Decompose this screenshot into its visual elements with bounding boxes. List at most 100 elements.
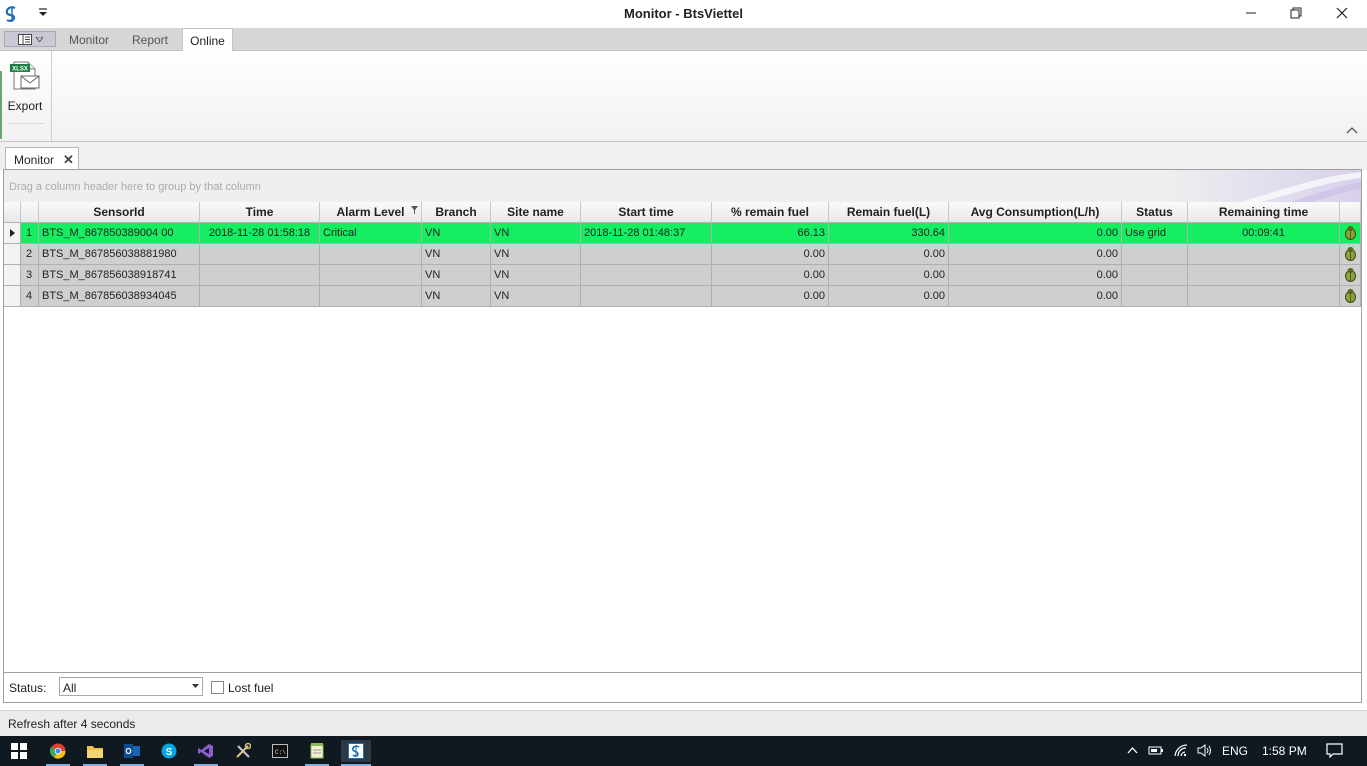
status-bar: Refresh after 4 seconds [0, 710, 1367, 736]
restore-button[interactable] [1273, 0, 1319, 26]
cell-site-name[interactable]: VN [491, 244, 581, 265]
taskbar-file-explorer[interactable] [83, 740, 107, 766]
table-row[interactable]: 1 BTS_M_867850389004 00 2018-11-28 01:58… [4, 223, 1361, 244]
cell-branch[interactable]: VN [422, 244, 491, 265]
cell-remaining-time[interactable] [1188, 244, 1340, 265]
input-language[interactable]: ENG [1222, 744, 1248, 758]
status-filter-select[interactable]: All [59, 677, 203, 696]
data-grid[interactable]: Drag a column header here to group by th… [3, 169, 1362, 673]
lost-fuel-label[interactable]: Lost fuel [228, 681, 273, 695]
cell-status[interactable]: Use grid [1122, 223, 1188, 244]
cell-remaining-time[interactable]: 00:09:41 [1188, 223, 1340, 244]
cell-remaining-time[interactable] [1188, 286, 1340, 307]
notification-center-icon[interactable] [1326, 743, 1343, 758]
table-row[interactable]: 2 BTS_M_867856038881980 VN VN 0.00 0.00 … [4, 244, 1361, 265]
collapse-ribbon-icon[interactable] [1345, 124, 1359, 136]
cell-icon[interactable] [1340, 223, 1361, 244]
cell-time[interactable] [200, 265, 320, 286]
cell-time[interactable] [200, 244, 320, 265]
taskbar-command-prompt[interactable]: C:\ [268, 740, 292, 762]
cell-avg-consumption[interactable]: 0.00 [949, 286, 1122, 307]
cell-status[interactable] [1122, 286, 1188, 307]
show-hidden-icons-icon[interactable] [1127, 746, 1138, 754]
group-by-panel[interactable]: Drag a column header here to group by th… [4, 170, 1361, 202]
cell-branch[interactable]: VN [422, 265, 491, 286]
table-row[interactable]: 4 BTS_M_867856038934045 VN VN 0.00 0.00 … [4, 286, 1361, 307]
cell-avg-consumption[interactable]: 0.00 [949, 223, 1122, 244]
close-button[interactable] [1319, 0, 1365, 26]
cell-alarm-level[interactable] [320, 265, 422, 286]
cell-sensor-id[interactable]: BTS_M_867850389004 00 [39, 223, 200, 244]
minimize-button[interactable] [1228, 0, 1274, 26]
cell-remaining-time[interactable] [1188, 265, 1340, 286]
column-header-alarm-level[interactable]: Alarm Level [320, 202, 422, 223]
cell-avg-consumption[interactable]: 0.00 [949, 265, 1122, 286]
taskbar-tools[interactable] [231, 740, 255, 762]
table-row[interactable]: 3 BTS_M_867856038918741 VN VN 0.00 0.00 … [4, 265, 1361, 286]
cell-alarm-level[interactable] [320, 286, 422, 307]
column-header-sensorid[interactable]: SensorId [39, 202, 200, 223]
cell-remain-fuel-l[interactable]: 0.00 [829, 286, 949, 307]
taskbar-notepad[interactable] [305, 740, 329, 766]
system-clock[interactable]: 1:58 PM [1262, 744, 1307, 758]
cell-start-time[interactable] [581, 265, 712, 286]
tab-report[interactable]: Report [124, 28, 176, 51]
cell-time[interactable] [200, 286, 320, 307]
cell-remain-fuel-pct[interactable]: 0.00 [712, 265, 829, 286]
cell-remain-fuel-l[interactable]: 0.00 [829, 244, 949, 265]
cell-branch[interactable]: VN [422, 286, 491, 307]
column-header-time[interactable]: Time [200, 202, 320, 223]
column-header-branch[interactable]: Branch [422, 202, 491, 223]
cell-remain-fuel-pct[interactable]: 66.13 [712, 223, 829, 244]
cell-sensor-id[interactable]: BTS_M_867856038881980 [39, 244, 200, 265]
export-button[interactable]: XLSX Export [4, 57, 46, 115]
cell-remain-fuel-l[interactable]: 0.00 [829, 265, 949, 286]
wifi-icon[interactable] [1174, 744, 1189, 757]
battery-icon[interactable] [1148, 745, 1164, 756]
cell-sensor-id[interactable]: BTS_M_867856038934045 [39, 286, 200, 307]
cell-time[interactable]: 2018-11-28 01:58:18 [200, 223, 320, 244]
column-header-start-time[interactable]: Start time [581, 202, 712, 223]
column-header-site-name[interactable]: Site name [491, 202, 581, 223]
cell-remain-fuel-pct[interactable]: 0.00 [712, 286, 829, 307]
cell-start-time[interactable]: 2018-11-28 01:48:37 [581, 223, 712, 244]
start-button[interactable] [7, 740, 31, 762]
cell-icon[interactable] [1340, 265, 1361, 286]
cell-icon[interactable] [1340, 286, 1361, 307]
taskbar-outlook[interactable]: O [120, 740, 144, 766]
taskbar-visual-studio[interactable] [194, 740, 218, 766]
cell-site-name[interactable]: VN [491, 265, 581, 286]
taskbar-chrome[interactable] [46, 740, 70, 766]
cell-start-time[interactable] [581, 244, 712, 265]
column-header-remain-fuel-l[interactable]: Remain fuel(L) [829, 202, 949, 223]
cell-site-name[interactable]: VN [491, 223, 581, 244]
cell-remain-fuel-l[interactable]: 330.64 [829, 223, 949, 244]
row-number: 2 [21, 244, 39, 265]
speaker-icon[interactable] [1197, 744, 1212, 757]
lost-fuel-checkbox[interactable] [211, 681, 224, 694]
cell-status[interactable] [1122, 265, 1188, 286]
tab-monitor[interactable]: Monitor [62, 28, 116, 51]
column-header-status[interactable]: Status [1122, 202, 1188, 223]
cell-avg-consumption[interactable]: 0.00 [949, 244, 1122, 265]
folder-icon [87, 746, 103, 758]
tab-online[interactable]: Online [182, 28, 233, 52]
cell-remain-fuel-pct[interactable]: 0.00 [712, 244, 829, 265]
application-menu-button[interactable] [4, 31, 56, 47]
close-tab-icon[interactable]: ✕ [63, 152, 74, 168]
cell-icon[interactable] [1340, 244, 1361, 265]
taskbar-skype[interactable]: S [157, 740, 181, 762]
column-header-remain-fuel-pct[interactable]: % remain fuel [712, 202, 829, 223]
taskbar-btsviettel[interactable] [341, 740, 371, 766]
filter-icon[interactable] [411, 206, 418, 214]
cell-status[interactable] [1122, 244, 1188, 265]
cell-alarm-level[interactable] [320, 244, 422, 265]
cell-sensor-id[interactable]: BTS_M_867856038918741 [39, 265, 200, 286]
cell-alarm-level[interactable]: Critical [320, 223, 422, 244]
cell-branch[interactable]: VN [422, 223, 491, 244]
column-header-remaining-time[interactable]: Remaining time [1188, 202, 1340, 223]
cell-site-name[interactable]: VN [491, 286, 581, 307]
column-header-avg-consumption[interactable]: Avg Consumption(L/h) [949, 202, 1122, 223]
cell-start-time[interactable] [581, 286, 712, 307]
document-tab-monitor[interactable]: Monitor ✕ [5, 147, 79, 170]
